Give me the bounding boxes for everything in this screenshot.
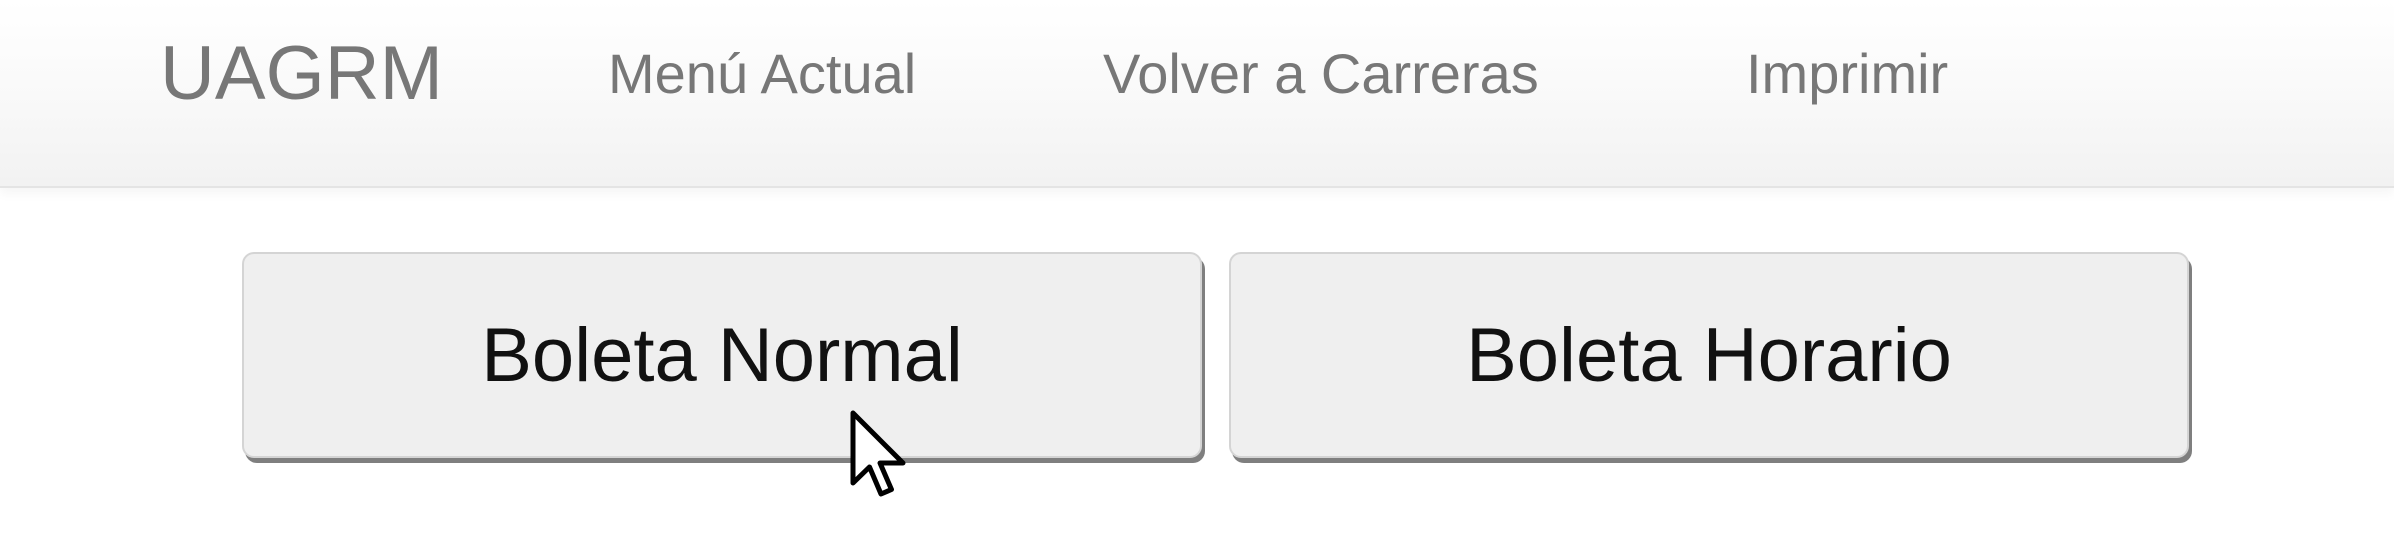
mouse-pointer-icon (850, 410, 906, 497)
boleta-horario-button[interactable]: Boleta Horario (1229, 252, 2189, 458)
top-navbar: UAGRM Menú Actual Volver a Carreras Impr… (0, 0, 2394, 188)
brand-link[interactable]: UAGRM (160, 26, 443, 122)
nav-menu-actual[interactable]: Menú Actual (608, 36, 916, 112)
nav-imprimir[interactable]: Imprimir (1746, 36, 1948, 112)
boleta-normal-button[interactable]: Boleta Normal (242, 252, 1202, 458)
nav-volver-carreras[interactable]: Volver a Carreras (1103, 36, 1539, 112)
